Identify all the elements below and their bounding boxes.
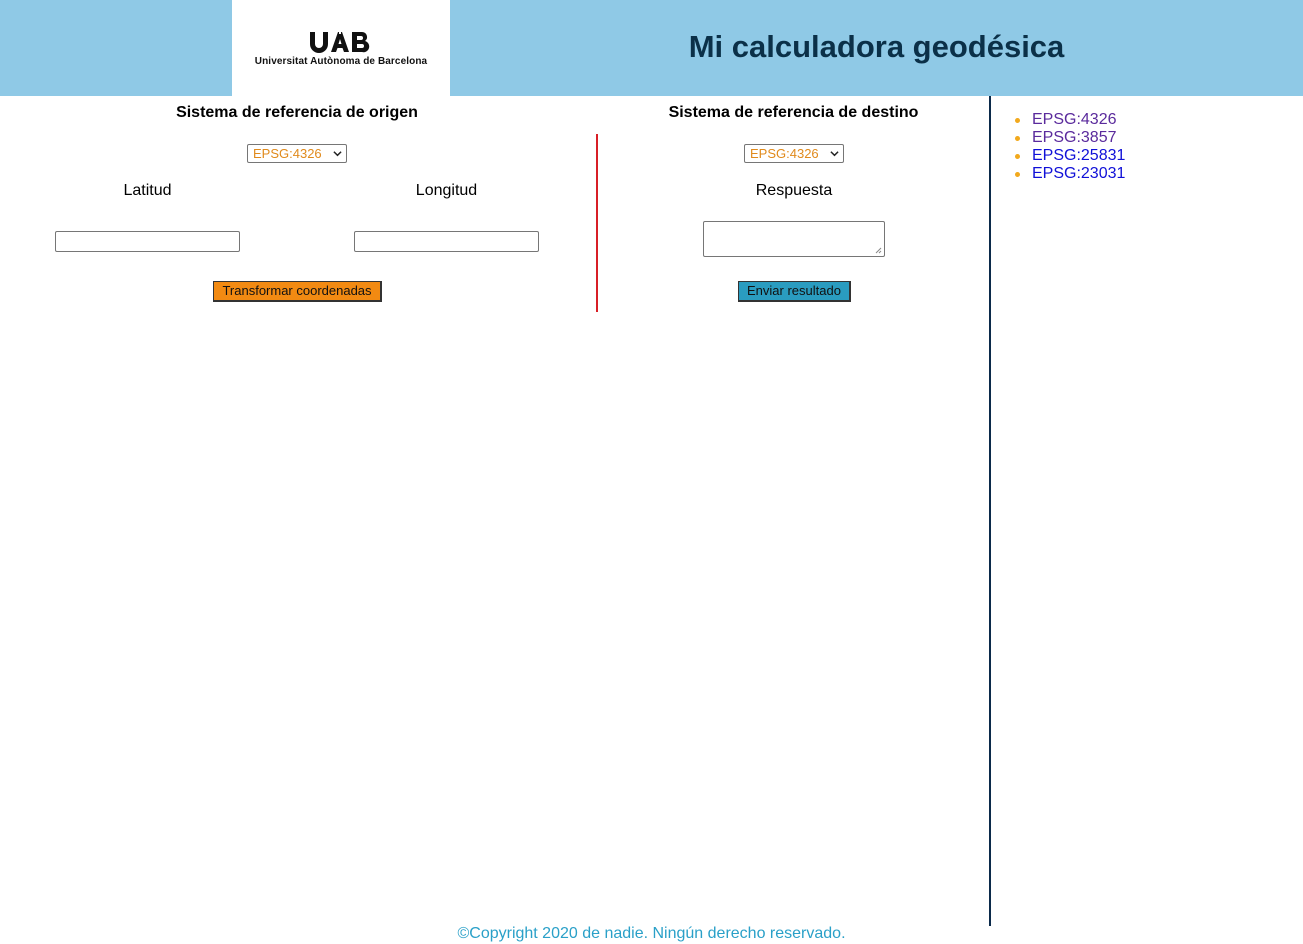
response-label: Respuesta [755, 182, 833, 199]
footer-copyright: ©Copyright 2020 de nadie. Ningún derecho… [457, 925, 846, 942]
epsg-3857-link[interactable]: EPSG:3857 [1032, 129, 1117, 146]
transform-coordinates-button[interactable]: Transformar coordenadas [213, 281, 382, 302]
resize-grip-icon[interactable] [875, 247, 882, 254]
send-result-button[interactable]: Enviar resultado [738, 281, 851, 302]
chevron-down-icon [830, 151, 839, 157]
bullet-icon [1015, 154, 1020, 159]
list-item: EPSG:3857 [1012, 129, 1125, 147]
origin-crs-select-value: EPSG:4326 [253, 146, 322, 161]
origin-section-title: Sistema de referencia de origen [176, 104, 418, 121]
panel-divider [596, 134, 598, 312]
list-item: EPSG:4326 [1012, 111, 1125, 129]
epsg-23031-link[interactable]: EPSG:23031 [1032, 165, 1125, 182]
longitude-label: Longitud [415, 182, 478, 199]
epsg-25831-link[interactable]: EPSG:25831 [1032, 147, 1125, 164]
uab-logo: Universitat Autònoma de Barcelona [232, 0, 450, 96]
page-title: Mi calculadora geodésica [688, 29, 1065, 64]
header-bar: Universitat Autònoma de Barcelona Mi cal… [0, 0, 1303, 96]
list-item: EPSG:23031 [1012, 165, 1125, 183]
chevron-down-icon [333, 151, 342, 157]
bullet-icon [1015, 136, 1020, 141]
destination-section-title: Sistema de referencia de destino [668, 104, 919, 121]
epsg-link-list: EPSG:4326 EPSG:3857 EPSG:25831 EPSG:2303… [1012, 111, 1125, 183]
uab-logo-mark [309, 29, 373, 53]
origin-crs-select[interactable]: EPSG:4326 [247, 144, 347, 163]
response-textarea[interactable] [703, 221, 885, 257]
bullet-icon [1015, 172, 1020, 177]
latitude-label: Latitud [123, 182, 172, 199]
longitude-input[interactable] [354, 231, 539, 252]
sidebar-divider [989, 96, 991, 926]
list-item: EPSG:25831 [1012, 147, 1125, 165]
epsg-4326-link[interactable]: EPSG:4326 [1032, 111, 1117, 128]
uab-logo-text: Universitat Autònoma de Barcelona [254, 56, 428, 67]
latitude-input[interactable] [55, 231, 240, 252]
uab-logo-icon [310, 31, 370, 53]
destination-crs-select-value: EPSG:4326 [750, 146, 819, 161]
bullet-icon [1015, 118, 1020, 123]
destination-crs-select[interactable]: EPSG:4326 [744, 144, 844, 163]
